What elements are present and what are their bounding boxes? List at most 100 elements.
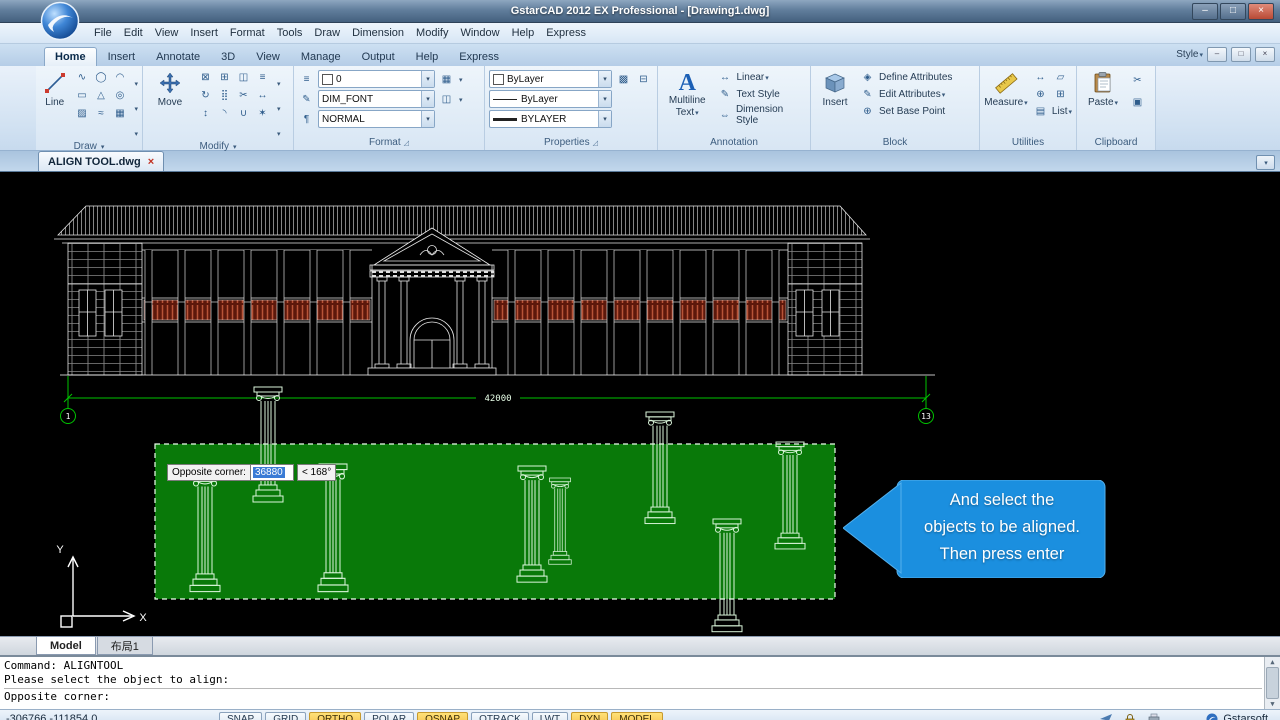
chevron-down-icon[interactable]: ▾	[598, 111, 611, 127]
id-point-icon[interactable]: ⊕	[1032, 87, 1049, 102]
insert-block-button[interactable]: Insert	[815, 70, 855, 109]
scrollbar-thumb[interactable]	[1266, 667, 1279, 699]
close-button[interactable]: ×	[1248, 3, 1274, 20]
flyout-arrow[interactable]	[133, 123, 138, 141]
paste-button[interactable]: Paste	[1081, 70, 1125, 110]
document-close-button[interactable]: ×	[1255, 47, 1275, 62]
lock-icon[interactable]	[1122, 713, 1137, 720]
rectangle-icon[interactable]: ▭	[73, 88, 90, 103]
tab-insert[interactable]: Insert	[98, 48, 146, 66]
menu-insert[interactable]: Insert	[184, 25, 224, 41]
ribbon-restore-button[interactable]: □	[1231, 47, 1251, 62]
menu-file[interactable]: File	[88, 25, 118, 41]
panel-label-annotation[interactable]: Annotation	[658, 134, 810, 150]
command-prompt-line[interactable]: Opposite corner:	[4, 688, 1262, 704]
set-base-point-button[interactable]: ⊕ Set Base Point	[859, 104, 952, 119]
ellipse-icon[interactable]: ◎	[111, 88, 128, 103]
command-scrollbar[interactable]: ▲ ▼	[1264, 657, 1280, 709]
menu-help[interactable]: Help	[506, 25, 541, 41]
trim-icon[interactable]: ✂	[235, 88, 252, 103]
area-icon[interactable]: ▱	[1052, 70, 1069, 85]
copy-icon[interactable]: ⊞	[216, 70, 233, 85]
tab-3d[interactable]: 3D	[211, 48, 245, 66]
lineweight-combo[interactable]: BYLAYER ▾	[489, 110, 612, 128]
table-style-icon[interactable]: ◫	[438, 92, 455, 107]
printer-icon[interactable]	[1146, 713, 1161, 720]
scroll-down-icon[interactable]: ▼	[1270, 700, 1274, 708]
menu-view[interactable]: View	[149, 25, 185, 41]
erase-icon[interactable]: ⊠	[197, 70, 214, 85]
fillet-icon[interactable]: ◝	[216, 106, 233, 121]
multiline-text-button[interactable]: A Multiline Text	[662, 70, 712, 120]
ribbon-minimize-button[interactable]: –	[1207, 47, 1227, 62]
tab-model[interactable]: Model	[36, 637, 96, 655]
move-button[interactable]: Move	[147, 70, 193, 109]
toggle-otrack[interactable]: OTRACK	[471, 711, 529, 720]
toggle-ortho[interactable]: ORTHO	[309, 711, 362, 720]
polyline-icon[interactable]: ∿	[73, 70, 90, 85]
list-button[interactable]: ▤ List	[1032, 104, 1072, 119]
properties-palette-icon[interactable]: ▩	[615, 72, 632, 87]
toggle-snap[interactable]: SNAP	[219, 711, 263, 720]
style-menu[interactable]: Style	[1176, 49, 1203, 60]
paper-plane-icon[interactable]	[1098, 713, 1113, 720]
polygon-icon[interactable]: △	[92, 88, 109, 103]
layer-states-icon[interactable]: ▦	[438, 72, 455, 87]
toggle-grid[interactable]: GRID	[265, 711, 307, 720]
linetype-combo[interactable]: ByLayer ▾	[489, 90, 612, 108]
array-icon[interactable]: ⣿	[216, 88, 233, 103]
edit-attributes-button[interactable]: ✎ Edit Attributes	[859, 87, 952, 102]
flyout-arrow[interactable]	[458, 94, 463, 105]
layer-combo[interactable]: 0 ▾	[318, 70, 435, 88]
offset-icon[interactable]: ≡	[254, 70, 271, 85]
maximize-button[interactable]: □	[1220, 3, 1246, 20]
menu-draw[interactable]: Draw	[308, 25, 346, 41]
arc-icon[interactable]: ◠	[111, 70, 128, 85]
measure-button[interactable]: Measure	[984, 70, 1028, 110]
tab-close-icon[interactable]: ×	[148, 156, 154, 168]
menu-edit[interactable]: Edit	[118, 25, 149, 41]
rotate-icon[interactable]: ↻	[197, 88, 214, 103]
tab-manage[interactable]: Manage	[291, 48, 351, 66]
dialog-launcher-icon[interactable]	[593, 137, 598, 148]
menu-format[interactable]: Format	[224, 25, 271, 41]
dynamic-input-field[interactable]: 36880	[250, 464, 294, 481]
flyout-arrow[interactable]	[133, 98, 138, 116]
chevron-down-icon[interactable]: ▾	[421, 111, 434, 127]
minimize-button[interactable]: –	[1192, 3, 1218, 20]
menu-window[interactable]: Window	[454, 25, 505, 41]
quick-calc-icon[interactable]: ⊞	[1052, 87, 1069, 102]
define-attributes-button[interactable]: ◈ Define Attributes	[859, 70, 953, 85]
cut-icon[interactable]: ✂	[1129, 73, 1146, 88]
tab-view[interactable]: View	[246, 48, 290, 66]
menu-modify[interactable]: Modify	[410, 25, 454, 41]
panel-label-format[interactable]: Format	[294, 134, 484, 150]
chevron-down-icon[interactable]: ▾	[421, 91, 434, 107]
match-properties-icon[interactable]: ⊟	[635, 72, 652, 87]
line-button[interactable]: Line	[40, 70, 69, 109]
flyout-arrow[interactable]	[133, 73, 138, 91]
toggle-dyn[interactable]: DYN	[571, 711, 609, 720]
copy-clip-icon[interactable]: ▣	[1129, 95, 1146, 110]
menu-dimension[interactable]: Dimension	[346, 25, 410, 41]
tab-express[interactable]: Express	[449, 48, 509, 66]
tab-output[interactable]: Output	[352, 48, 405, 66]
dim-font-icon[interactable]: ✎	[298, 92, 315, 107]
tab-help[interactable]: Help	[406, 48, 449, 66]
tab-layout1[interactable]: 布局1	[96, 637, 153, 655]
dim-style-combo[interactable]: DIM_FONT ▾	[318, 90, 435, 108]
hatch-icon[interactable]: ▨	[73, 106, 90, 121]
tab-home[interactable]: Home	[44, 47, 97, 66]
document-tab[interactable]: ALIGN TOOL.dwg ×	[38, 151, 165, 171]
dimension-style-button[interactable]: ⇔ Dimension Style	[716, 104, 806, 126]
stretch-icon[interactable]: ↔	[254, 88, 271, 103]
chevron-down-icon[interactable]: ▾	[598, 71, 611, 87]
color-combo[interactable]: ByLayer ▾	[489, 70, 612, 88]
chevron-down-icon[interactable]: ▾	[421, 71, 434, 87]
tab-annotate[interactable]: Annotate	[146, 48, 210, 66]
tab-list-dropdown[interactable]	[1256, 155, 1275, 170]
drawing-canvas[interactable]: 42000 1 13 Y X Opposite corner: 36880 < …	[0, 172, 1280, 636]
menu-tools[interactable]: Tools	[271, 25, 309, 41]
text-style-combo[interactable]: NORMAL ▾	[318, 110, 435, 128]
scroll-up-icon[interactable]: ▲	[1270, 658, 1274, 666]
